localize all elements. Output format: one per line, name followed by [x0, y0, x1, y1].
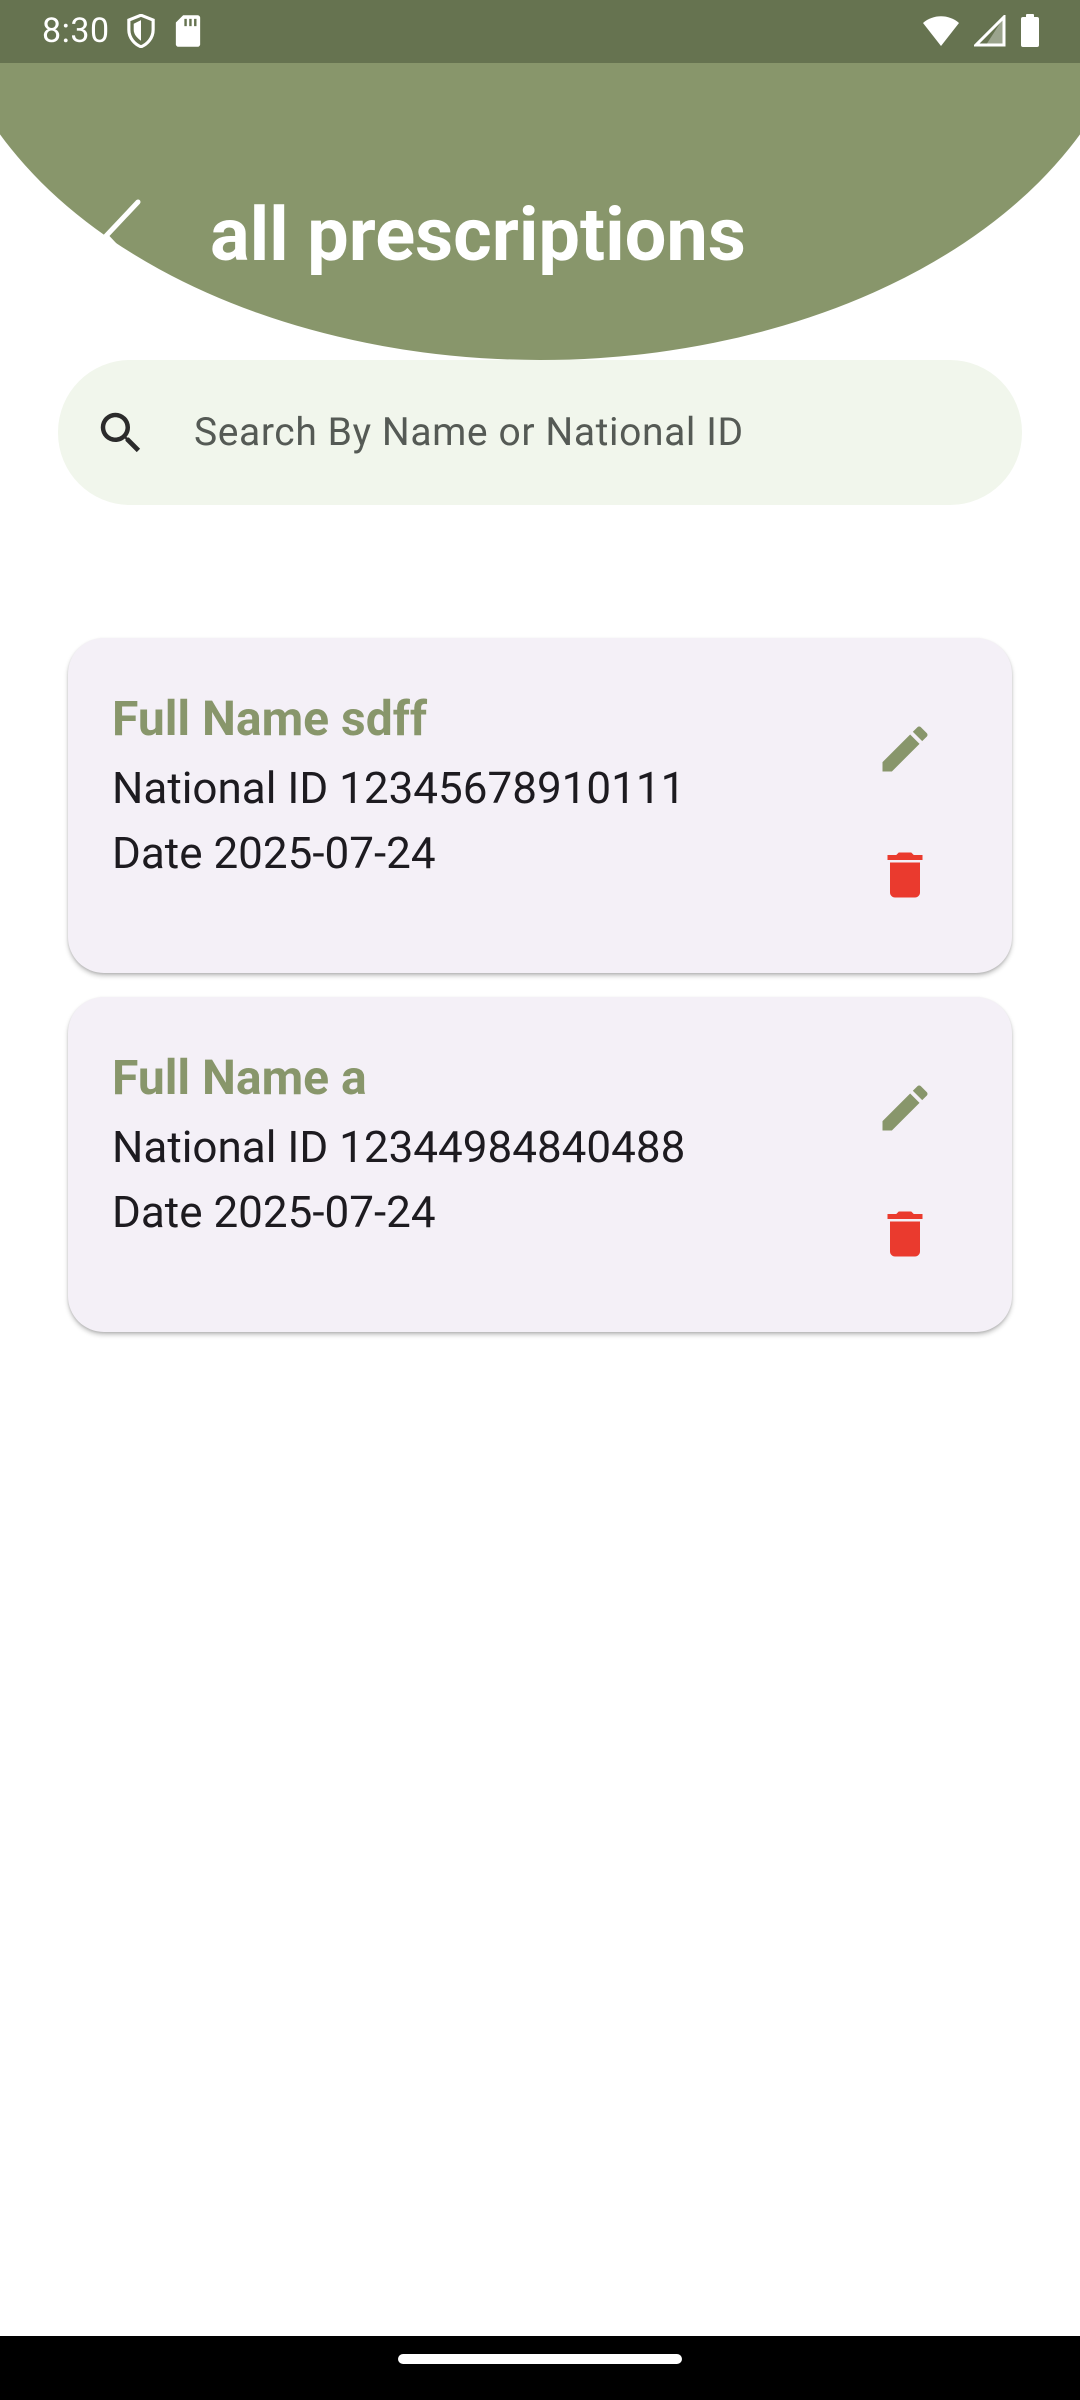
edit-button[interactable] — [870, 1073, 940, 1143]
status-time: 8:30 — [42, 11, 110, 51]
search-input[interactable] — [194, 400, 974, 464]
status-bar: 8:30 — [0, 0, 1080, 63]
shield-icon — [126, 13, 156, 52]
trash-icon — [887, 852, 923, 898]
prescription-card[interactable]: Full Name sdff National ID 1234567891011… — [68, 638, 1012, 973]
patient-name: Full Name a — [112, 1049, 367, 1106]
sd-card-icon — [174, 14, 202, 52]
national-id: National ID 12345678910111 — [112, 762, 686, 814]
pencil-icon — [882, 726, 928, 772]
trash-icon — [887, 1211, 923, 1257]
prescription-date: Date 2025-07-24 — [112, 1186, 436, 1238]
search-bar[interactable] — [58, 360, 1022, 505]
back-button[interactable] — [92, 196, 152, 276]
battery-icon — [1020, 14, 1040, 52]
signal-icon — [972, 13, 1006, 51]
navigation-bar — [0, 2336, 1080, 2400]
prescription-list: Full Name sdff National ID 1234567891011… — [68, 638, 1012, 1356]
pencil-icon — [882, 1085, 928, 1131]
home-gesture-handle[interactable] — [398, 2354, 682, 2364]
chevron-left-icon — [103, 199, 141, 273]
delete-button[interactable] — [870, 840, 940, 910]
search-icon[interactable] — [94, 406, 148, 460]
edit-button[interactable] — [870, 714, 940, 784]
prescription-date: Date 2025-07-24 — [112, 827, 436, 879]
wifi-icon — [922, 15, 960, 51]
status-icons-left — [126, 13, 202, 52]
prescription-card[interactable]: Full Name a National ID 12344984840488 D… — [68, 997, 1012, 1332]
page-title: all prescriptions — [210, 192, 746, 279]
patient-name: Full Name sdff — [112, 690, 428, 747]
status-icons-right — [922, 13, 1040, 52]
delete-button[interactable] — [870, 1199, 940, 1269]
national-id: National ID 12344984840488 — [112, 1121, 686, 1173]
